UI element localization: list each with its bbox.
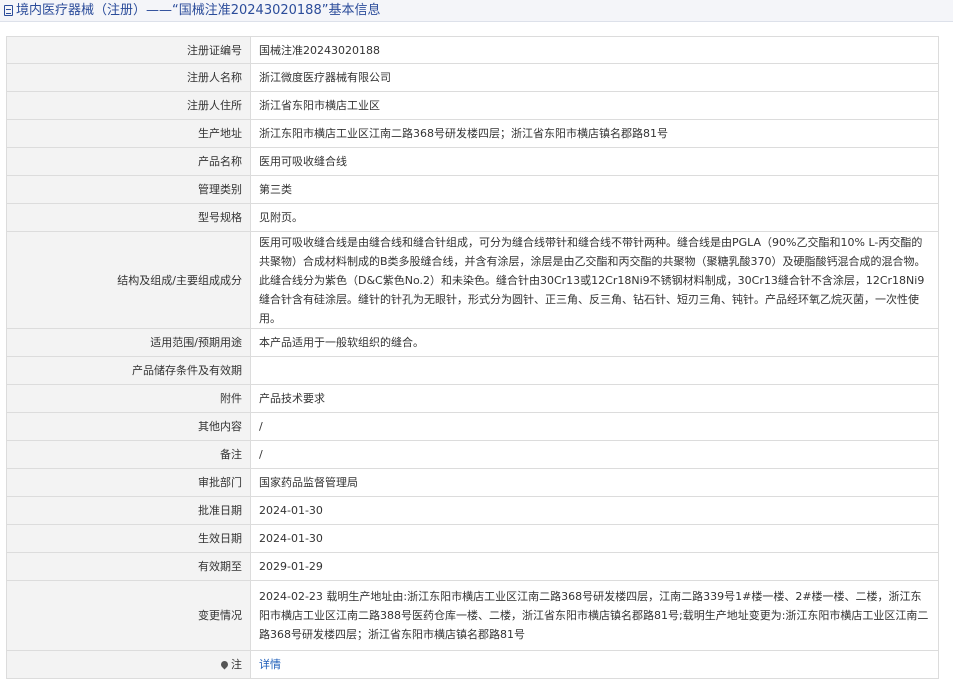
row-label: 生效日期 xyxy=(6,524,251,553)
document-icon xyxy=(4,5,13,16)
row-label: 注 xyxy=(231,658,242,671)
table-row: 注册人名称 浙江微度医疗器械有限公司 xyxy=(6,63,939,92)
row-value: 浙江省东阳市横店工业区 xyxy=(250,91,939,120)
page-header: 境内医疗器械（注册）——“国械注准20243020188”基本信息 xyxy=(0,0,953,22)
table-row: 审批部门 国家药品监督管理局 xyxy=(6,468,939,497)
table-row: 产品储存条件及有效期 xyxy=(6,356,939,385)
row-label: 有效期至 xyxy=(6,552,251,581)
table-row: 批准日期 2024-01-30 xyxy=(6,496,939,525)
row-value: 见附页。 xyxy=(250,203,939,232)
note-label-cell: 注 xyxy=(6,650,251,679)
table-row: 注 详情 xyxy=(6,650,939,679)
table-row: 备注 / xyxy=(6,440,939,469)
row-label: 注册证编号 xyxy=(6,36,251,64)
row-value: 浙江微度医疗器械有限公司 xyxy=(250,63,939,92)
row-label: 型号规格 xyxy=(6,203,251,232)
pin-icon xyxy=(219,659,230,669)
table-row: 附件 产品技术要求 xyxy=(6,384,939,413)
row-label: 产品名称 xyxy=(6,147,251,176)
row-value: 2029-01-29 xyxy=(250,552,939,581)
row-label: 管理类别 xyxy=(6,175,251,204)
row-value: 2024-02-23 载明生产地址由:浙江东阳市横店工业区江南二路368号研发楼… xyxy=(250,580,939,651)
table-row: 生产地址 浙江东阳市横店工业区江南二路368号研发楼四层；浙江省东阳市横店镇名郡… xyxy=(6,119,939,148)
row-label: 注册人住所 xyxy=(6,91,251,120)
table-row: 其他内容 / xyxy=(6,412,939,441)
row-value: 医用可吸收缝合线是由缝合线和缝合针组成，可分为缝合线带针和缝合线不带针两种。缝合… xyxy=(250,231,939,329)
row-value: 2024-01-30 xyxy=(250,524,939,553)
row-label: 适用范围/预期用途 xyxy=(6,328,251,357)
table-row: 结构及组成/主要组成成分 医用可吸收缝合线是由缝合线和缝合针组成，可分为缝合线带… xyxy=(6,231,939,329)
row-label: 注册人名称 xyxy=(6,63,251,92)
row-value: 第三类 xyxy=(250,175,939,204)
table-row: 有效期至 2029-01-29 xyxy=(6,552,939,581)
row-value: / xyxy=(250,440,939,469)
row-value: 本产品适用于一般软组织的缝合。 xyxy=(250,328,939,357)
row-label: 变更情况 xyxy=(6,580,251,651)
table-row: 变更情况 2024-02-23 载明生产地址由:浙江东阳市横店工业区江南二路36… xyxy=(6,580,939,651)
row-value: 浙江东阳市横店工业区江南二路368号研发楼四层；浙江省东阳市横店镇名郡路81号 xyxy=(250,119,939,148)
row-value: / xyxy=(250,412,939,441)
row-label: 批准日期 xyxy=(6,496,251,525)
page-title: 境内医疗器械（注册）——“国械注准20243020188”基本信息 xyxy=(16,2,381,18)
row-label: 其他内容 xyxy=(6,412,251,441)
row-label: 附件 xyxy=(6,384,251,413)
details-link[interactable]: 详情 xyxy=(259,658,281,671)
row-value: 医用可吸收缝合线 xyxy=(250,147,939,176)
row-label: 产品储存条件及有效期 xyxy=(6,356,251,385)
row-label: 备注 xyxy=(6,440,251,469)
table-row: 产品名称 医用可吸收缝合线 xyxy=(6,147,939,176)
table-row: 生效日期 2024-01-30 xyxy=(6,524,939,553)
table-row: 适用范围/预期用途 本产品适用于一般软组织的缝合。 xyxy=(6,328,939,357)
table-row: 注册证编号 国械注准20243020188 xyxy=(6,36,939,64)
note-value-cell: 详情 xyxy=(250,650,939,679)
row-value: 2024-01-30 xyxy=(250,496,939,525)
row-value: 国家药品监督管理局 xyxy=(250,468,939,497)
row-value: 国械注准20243020188 xyxy=(250,36,939,64)
row-label: 审批部门 xyxy=(6,468,251,497)
row-label: 结构及组成/主要组成成分 xyxy=(6,231,251,329)
row-value xyxy=(250,356,939,385)
table-row: 管理类别 第三类 xyxy=(6,175,939,204)
table-row: 型号规格 见附页。 xyxy=(6,203,939,232)
row-value: 产品技术要求 xyxy=(250,384,939,413)
info-table: 注册证编号 国械注准20243020188 注册人名称 浙江微度医疗器械有限公司… xyxy=(6,36,939,679)
table-row: 注册人住所 浙江省东阳市横店工业区 xyxy=(6,91,939,120)
row-label: 生产地址 xyxy=(6,119,251,148)
